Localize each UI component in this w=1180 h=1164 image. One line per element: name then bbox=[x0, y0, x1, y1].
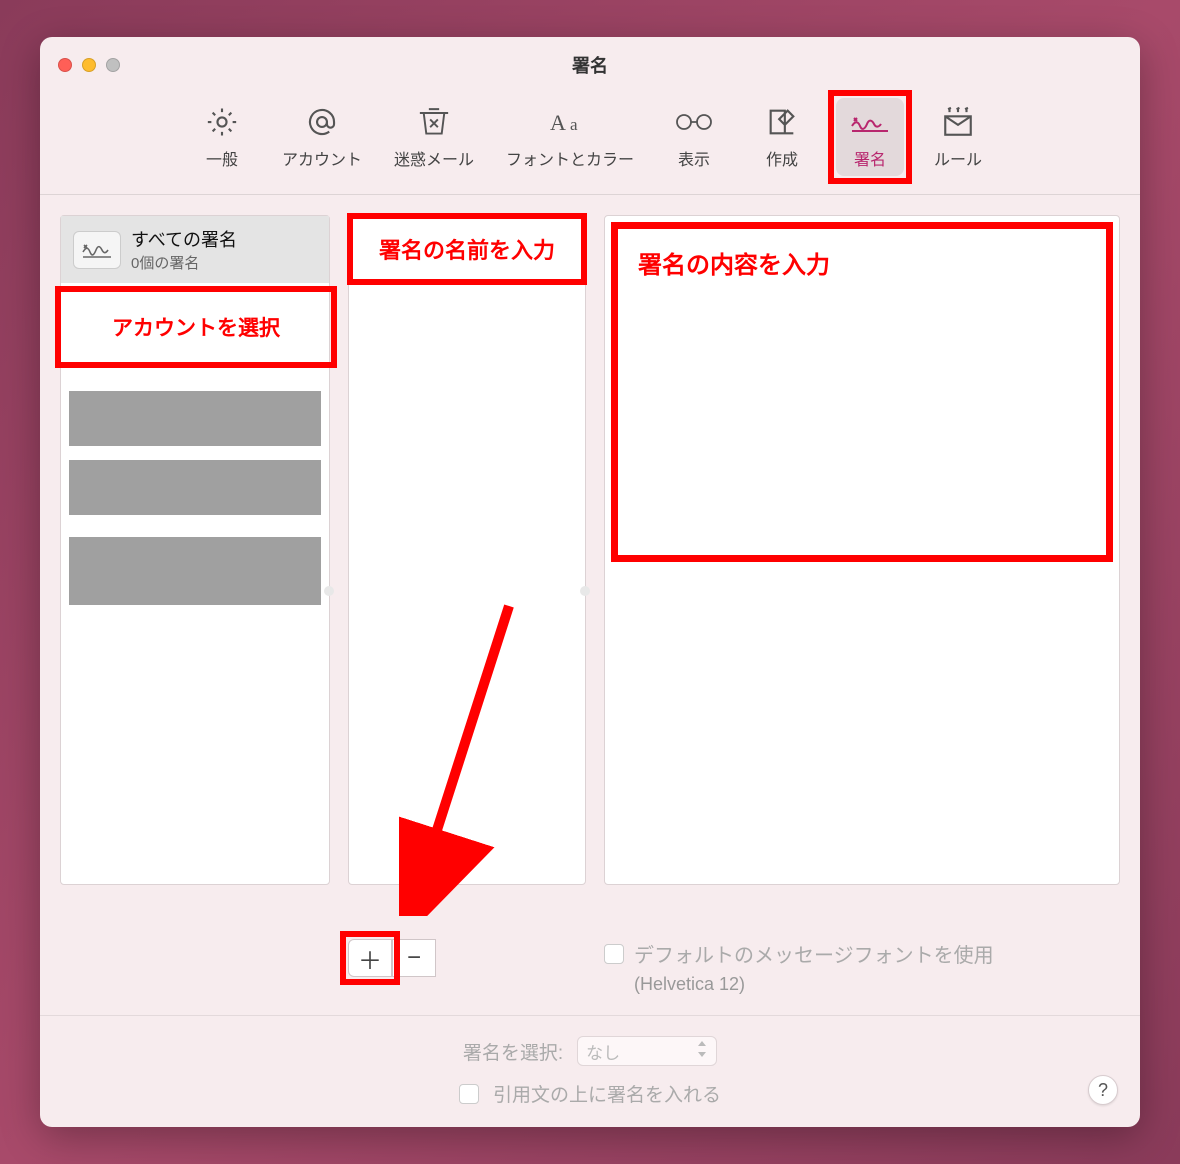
account-row-placeholder[interactable] bbox=[69, 460, 321, 515]
preferences-window: 署名 一般 アカウント 迷惑メール Aa フォントとカラー bbox=[40, 37, 1140, 1127]
annotation-arrow bbox=[399, 596, 519, 916]
column-resize-handle[interactable] bbox=[324, 586, 334, 596]
signature-thumb-icon bbox=[73, 231, 121, 269]
signature-names-column[interactable]: 署名の名前を入力 bbox=[348, 215, 586, 885]
zoom-window-button[interactable] bbox=[106, 58, 120, 72]
svg-text:A: A bbox=[550, 110, 566, 135]
use-default-font-checkbox[interactable] bbox=[604, 944, 624, 964]
tab-viewing[interactable]: 表示 bbox=[660, 98, 728, 176]
preferences-toolbar: 一般 アカウント 迷惑メール Aa フォントとカラー 表示 bbox=[40, 92, 1140, 195]
signature-name-hint: 署名の名前を入力 bbox=[347, 213, 587, 285]
tab-signatures-highlight: 署名 bbox=[836, 98, 904, 176]
default-font-note: (Helvetica 12) bbox=[604, 974, 1120, 995]
use-default-font-label: デフォルトのメッセージフォントを使用 bbox=[634, 939, 994, 968]
at-sign-icon bbox=[305, 104, 339, 140]
select-arrows-icon bbox=[696, 1041, 708, 1062]
titlebar: 署名 bbox=[40, 37, 1140, 92]
tab-fonts-colors[interactable]: Aa フォントとカラー bbox=[500, 98, 640, 176]
choose-signature-value: なし bbox=[586, 1039, 620, 1064]
add-remove-group: ＋ − bbox=[348, 939, 586, 995]
rules-icon bbox=[941, 104, 975, 140]
window-title: 署名 bbox=[40, 52, 1140, 78]
close-window-button[interactable] bbox=[58, 58, 72, 72]
minimize-window-button[interactable] bbox=[82, 58, 96, 72]
compose-icon bbox=[765, 104, 799, 140]
signature-body-column[interactable]: 署名の内容を入力 bbox=[604, 215, 1120, 885]
font-icon: Aa bbox=[548, 104, 592, 140]
gear-icon bbox=[205, 104, 239, 140]
window-controls bbox=[58, 58, 120, 72]
tab-accounts[interactable]: アカウント bbox=[276, 98, 368, 176]
column-resize-handle[interactable] bbox=[580, 586, 590, 596]
place-above-quote-label: 引用文の上に署名を入れる bbox=[493, 1080, 721, 1107]
signature-body-hint: 署名の内容を入力 bbox=[611, 222, 1113, 562]
glasses-icon bbox=[673, 104, 715, 140]
account-row-placeholder[interactable] bbox=[69, 391, 321, 446]
signatures-content: すべての署名 0個の署名 アカウントを選択 署名の名前を入力 署名の内容を入力 bbox=[40, 195, 1140, 949]
use-default-font-row: デフォルトのメッセージフォントを使用 bbox=[604, 939, 1120, 968]
accounts-column: すべての署名 0個の署名 アカウントを選択 bbox=[60, 215, 330, 885]
tab-junk-mail[interactable]: 迷惑メール bbox=[388, 98, 480, 176]
svg-text:a: a bbox=[570, 115, 578, 134]
help-button[interactable]: ? bbox=[1088, 1075, 1118, 1105]
all-signatures-label: すべての署名 bbox=[131, 226, 237, 252]
all-signatures-item[interactable]: すべての署名 0個の署名 bbox=[61, 216, 329, 283]
choose-signature-select[interactable]: なし bbox=[577, 1036, 717, 1066]
footer: 署名を選択: なし 引用文の上に署名を入れる ? bbox=[40, 1015, 1140, 1127]
remove-signature-button[interactable]: − bbox=[392, 939, 436, 977]
all-signatures-count: 0個の署名 bbox=[131, 252, 237, 273]
account-row-placeholder[interactable] bbox=[69, 537, 321, 605]
tab-composing[interactable]: 作成 bbox=[748, 98, 816, 176]
trash-x-icon bbox=[416, 104, 452, 140]
add-signature-button[interactable]: ＋ bbox=[348, 939, 392, 977]
account-select-highlight: アカウントを選択 bbox=[55, 286, 337, 368]
choose-signature-label: 署名を選択: bbox=[463, 1038, 563, 1065]
tab-rules[interactable]: ルール bbox=[924, 98, 992, 176]
below-columns-row: ＋ − デフォルトのメッセージフォントを使用 (Helvetica 12) bbox=[40, 939, 1140, 1015]
place-above-quote-checkbox[interactable] bbox=[459, 1084, 479, 1104]
tab-general[interactable]: 一般 bbox=[188, 98, 256, 176]
account-select-hint: アカウントを選択 bbox=[106, 307, 286, 347]
